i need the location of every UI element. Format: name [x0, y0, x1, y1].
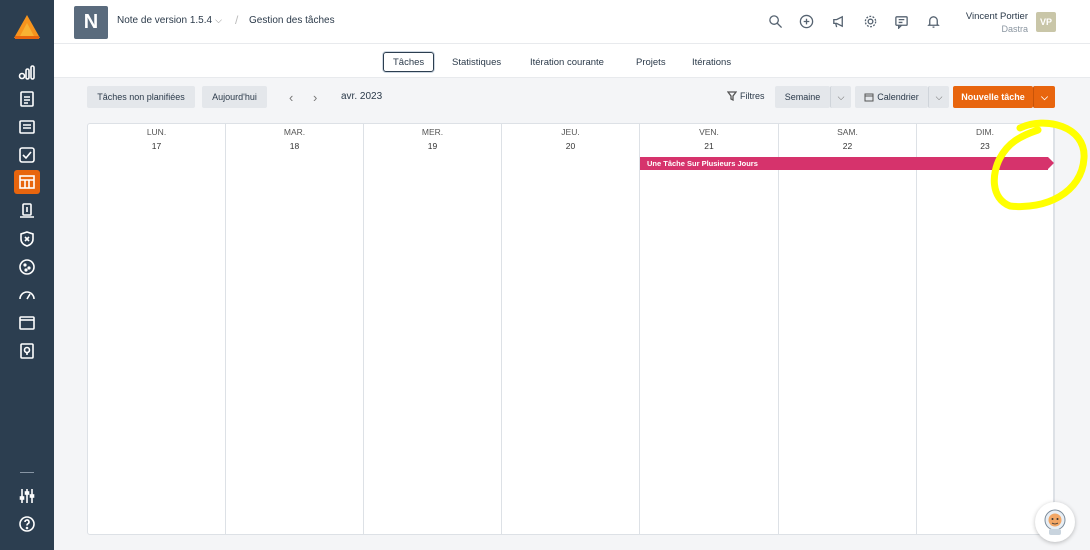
chevron-down-icon: ⌵ — [935, 91, 943, 102]
day-name: LUN. — [146, 127, 167, 137]
chat-icon[interactable] — [892, 12, 910, 30]
chevron-down-icon: ⌵ — [837, 91, 845, 102]
day-column[interactable]: MER. 19 — [364, 124, 502, 534]
search-icon[interactable] — [766, 12, 784, 30]
tab-iteration-courante[interactable]: Itération courante — [520, 52, 614, 72]
user-organization: Dastra — [1001, 24, 1028, 34]
day-number: 20 — [565, 141, 576, 151]
topbar: N Note de version 1.5.4 ⌵ / Gestion des t… — [54, 0, 1090, 44]
chevron-down-icon: ⌵ — [215, 15, 222, 25]
chevron-right-icon[interactable]: › — [313, 90, 317, 105]
shield-icon[interactable] — [15, 227, 39, 251]
day-column[interactable]: JEU. 20 — [502, 124, 640, 534]
folder-icon[interactable] — [15, 311, 39, 335]
day-number: 23 — [980, 141, 990, 151]
checklist-icon[interactable] — [15, 143, 39, 167]
document-icon[interactable] — [15, 87, 39, 111]
chevron-down-icon: ⌵ — [1041, 91, 1048, 102]
day-number: 21 — [704, 141, 714, 151]
megaphone-icon[interactable] — [829, 12, 847, 30]
day-name: JEU. — [561, 127, 580, 137]
version-selector[interactable]: Note de version 1.5.4 ⌵ — [117, 15, 222, 26]
day-column[interactable]: LUN. 17 — [88, 124, 226, 534]
day-name: MAR. — [283, 127, 306, 137]
cookie-icon[interactable] — [15, 255, 39, 279]
breadcrumb-separator: / — [235, 13, 239, 27]
help-icon[interactable] — [15, 512, 39, 536]
today-button[interactable]: Aujourd'hui — [202, 86, 267, 108]
tab-iterations[interactable]: Itérations — [682, 52, 741, 72]
day-name: DIM. — [976, 127, 994, 137]
add-icon[interactable] — [797, 12, 815, 30]
new-task-button[interactable]: Nouvelle tâche — [953, 86, 1033, 108]
sidebar — [0, 0, 54, 550]
astronaut-icon — [1044, 509, 1066, 535]
day-column[interactable]: SAM. 22 — [779, 124, 917, 534]
day-column[interactable]: DIM. 23 — [917, 124, 1054, 534]
lightbulb-doc-icon[interactable] — [15, 339, 39, 363]
chatbot-avatar[interactable] — [1035, 502, 1075, 542]
unplanned-tasks-button[interactable]: Tâches non planifiées — [87, 86, 195, 108]
gear-icon[interactable] — [861, 12, 879, 30]
week-dropdown-toggle[interactable]: ⌵ — [830, 86, 851, 108]
day-number: 17 — [151, 141, 162, 151]
calendar-event[interactable]: Une Tâche Sur Plusieurs Jours — [640, 157, 1048, 170]
day-number: 18 — [289, 141, 300, 151]
week-calendar: LUN. 17 MAR. 18 MER. 19 JEU. 20 VEN. 21 … — [87, 123, 1055, 535]
day-number: 19 — [427, 141, 438, 151]
list-icon[interactable] — [15, 115, 39, 139]
bell-icon[interactable] — [924, 12, 942, 30]
day-name: MER. — [421, 127, 444, 137]
user-name[interactable]: Vincent Portier — [966, 11, 1028, 22]
filter-icon — [727, 91, 737, 101]
breadcrumb[interactable]: Gestion des tâches — [249, 15, 335, 26]
calendar-icon — [864, 93, 874, 102]
chevron-left-icon[interactable]: ‹ — [289, 90, 293, 105]
sidebar-divider — [20, 472, 34, 473]
day-name: VEN. — [699, 127, 719, 137]
filters-label: Filtres — [740, 91, 765, 101]
tasks-board-icon[interactable] — [14, 170, 40, 194]
tab-statistiques[interactable]: Statistiques — [442, 52, 511, 72]
day-column[interactable]: VEN. 21 — [640, 124, 779, 534]
filters-button[interactable]: Filtres — [727, 91, 765, 101]
view-dropdown-toggle[interactable]: ⌵ — [928, 86, 949, 108]
current-month: avr. 2023 — [341, 91, 383, 102]
calendar-view-button[interactable]: Calendrier — [855, 86, 928, 108]
event-continues-arrow-icon — [1048, 157, 1054, 169]
day-name: SAM. — [837, 127, 858, 137]
gauge-icon[interactable] — [15, 283, 39, 307]
week-view-button[interactable]: Semaine — [775, 86, 830, 108]
tab-taches[interactable]: Tâches — [383, 52, 435, 72]
tab-projets[interactable]: Projets — [626, 52, 676, 72]
version-label: Note de version 1.5.4 — [117, 15, 213, 26]
app-logo[interactable] — [13, 14, 41, 40]
calendar-view-label: Calendrier — [877, 92, 919, 102]
stats-icon[interactable] — [15, 60, 39, 84]
tabs-bar: Tâches Statistiques Itération courante P… — [54, 44, 1090, 78]
project-avatar[interactable]: N — [74, 6, 108, 39]
user-avatar[interactable]: VP — [1036, 12, 1056, 32]
settings-sliders-icon[interactable] — [15, 484, 39, 508]
day-number: 22 — [842, 141, 853, 151]
new-task-dropdown[interactable]: ⌵ — [1033, 86, 1055, 108]
transfer-icon[interactable] — [15, 199, 39, 223]
day-column[interactable]: MAR. 18 — [226, 124, 364, 534]
